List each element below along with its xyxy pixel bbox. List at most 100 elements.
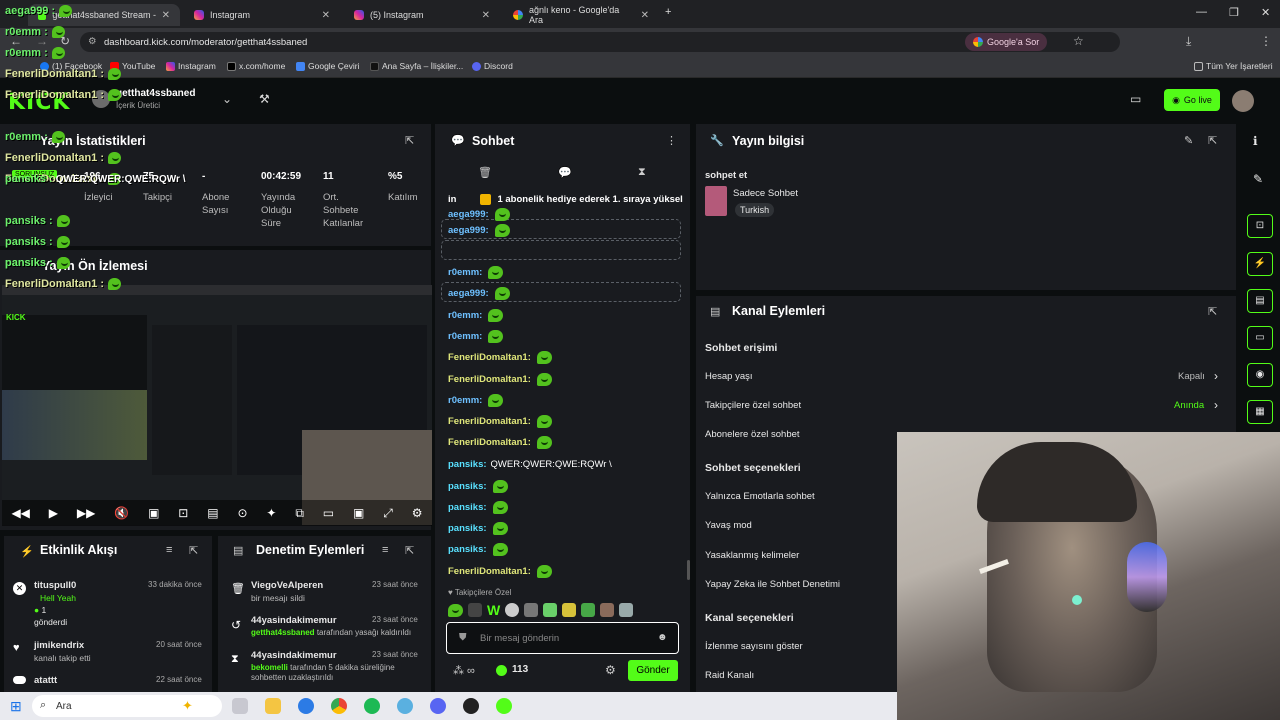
chat-username[interactable]: aega999:: [448, 209, 489, 220]
pip-icon[interactable]: ⧉: [295, 506, 304, 521]
chat-message[interactable]: pansiks:: [448, 477, 508, 495]
chat-message[interactable]: FenerliDomaltan1:: [448, 412, 552, 430]
chat-username[interactable]: aega999:: [448, 288, 489, 299]
lightning-icon[interactable]: ⚡: [1247, 252, 1273, 276]
chat-username[interactable]: r0emm:: [448, 331, 482, 342]
info-icon[interactable]: ℹ: [1253, 134, 1258, 148]
settings-icon[interactable]: ⚙: [412, 506, 423, 520]
emote-w-icon[interactable]: W: [487, 602, 500, 618]
user-avatar[interactable]: [1232, 90, 1254, 112]
mod-tools-icon[interactable]: ⁂ ∞: [453, 664, 475, 677]
chat-icon[interactable]: ▭: [1247, 326, 1273, 350]
show-views-label[interactable]: İzlenme sayısını göster: [705, 641, 803, 652]
broadcast-icon[interactable]: ◉: [1247, 363, 1273, 387]
chat-message[interactable]: r0emm:: [448, 391, 504, 409]
edit-icon[interactable]: ✎: [1253, 172, 1263, 186]
more-icon[interactable]: ⋮: [666, 134, 677, 147]
mod-user[interactable]: 44yasindakimemur: [251, 650, 337, 661]
bookmark-translate[interactable]: Google Çeviri: [296, 61, 360, 71]
language-tag[interactable]: Turkish: [735, 203, 775, 217]
emote-icon[interactable]: [619, 603, 634, 617]
bookmark-instagram[interactable]: Instagram: [166, 61, 216, 71]
account-age-label[interactable]: Hesap yaşı: [705, 371, 753, 382]
slow-mode-label[interactable]: Yavaş mod: [705, 520, 752, 531]
emote-icon[interactable]: [468, 603, 482, 617]
subs-chat-label[interactable]: Abonelere özel sohbet: [705, 429, 800, 440]
minimize-icon[interactable]: —: [1196, 6, 1207, 18]
chat-message[interactable]: FenerliDomaltan1:: [448, 370, 552, 388]
emote-icon[interactable]: [581, 603, 596, 617]
chat-username[interactable]: FenerliDomaltan1:: [448, 566, 531, 577]
stream-preview-video[interactable]: KICK: [2, 285, 432, 525]
close-icon[interactable]: ✕: [641, 10, 649, 21]
mod-user[interactable]: ViegoVeAlperen: [251, 580, 323, 591]
all-bookmarks[interactable]: Tüm Yer İşaretleri: [1194, 61, 1273, 71]
camera-icon[interactable]: ▣: [148, 506, 159, 520]
chat-message[interactable]: aega999:: [448, 284, 510, 302]
emote-icon[interactable]: [448, 603, 463, 617]
chat-username[interactable]: r0emm:: [448, 395, 482, 406]
task-view-icon[interactable]: [232, 698, 248, 714]
emoji-icon[interactable]: ☻: [657, 632, 668, 643]
edge-icon[interactable]: [298, 698, 314, 714]
obs-icon[interactable]: [463, 698, 479, 714]
raid-label[interactable]: Raid Kanalı: [705, 670, 754, 681]
filter-icon[interactable]: ≡: [166, 544, 172, 556]
chat-username[interactable]: FenerliDomaltan1:: [448, 437, 531, 448]
spotify-icon[interactable]: [364, 698, 380, 714]
bookmark-relations[interactable]: Ana Sayfa – İlişkiler...: [370, 61, 463, 71]
scan-icon[interactable]: ⊡: [1247, 214, 1273, 238]
category-thumbnail[interactable]: [705, 186, 727, 216]
captions-icon[interactable]: ▭: [323, 506, 334, 520]
emote-icon[interactable]: [505, 603, 520, 617]
close-icon[interactable]: ✕: [162, 10, 170, 21]
chat-bubble-icon[interactable]: 💬: [558, 166, 572, 179]
chat-message[interactable]: pansiks:: [448, 498, 508, 516]
emote-icon[interactable]: [524, 603, 539, 617]
chat-message[interactable]: pansiks: QWER:QWER:QWE:RQWr \: [448, 455, 612, 473]
edit-icon[interactable]: ✎: [1184, 134, 1193, 147]
mute-icon[interactable]: 🔇: [114, 506, 129, 520]
loop-icon[interactable]: ⊙: [237, 506, 247, 520]
emote-icon[interactable]: [562, 603, 577, 617]
discord-icon[interactable]: [430, 698, 446, 714]
hourglass-icon[interactable]: ⧗: [638, 166, 646, 179]
emote-icon[interactable]: [543, 603, 558, 617]
forward-icon[interactable]: ▶▶: [77, 506, 95, 520]
filter-icon[interactable]: ≡: [382, 544, 388, 556]
crop-icon[interactable]: ⊡: [178, 506, 188, 520]
activity-user[interactable]: jimikendrix: [34, 640, 84, 651]
chat-message[interactable]: aega999:: [448, 221, 510, 239]
rewind-icon[interactable]: ◀◀: [11, 506, 29, 520]
banned-words-label[interactable]: Yasaklanmış kelimeler: [705, 550, 799, 561]
clipboard-icon[interactable]: ▤: [1247, 289, 1273, 313]
new-tab-icon[interactable]: +: [665, 6, 671, 18]
chat-message[interactable]: FenerliDomaltan1:: [448, 348, 552, 366]
download-icon[interactable]: ⤓: [1186, 34, 1191, 49]
chat-username[interactable]: pansiks:: [448, 459, 487, 470]
mod-view-icon[interactable]: ▭: [1130, 92, 1141, 106]
chevron-right-icon[interactable]: ›: [1214, 398, 1218, 412]
go-live-button[interactable]: ◉ Go live: [1164, 89, 1220, 111]
emote-icon[interactable]: [600, 603, 615, 617]
tab-instagram-2[interactable]: (5) Instagram ✕: [344, 4, 500, 26]
close-icon[interactable]: ✕: [322, 10, 330, 21]
chrome-icon[interactable]: [331, 698, 347, 714]
popout-icon[interactable]: ⇱: [1208, 305, 1217, 318]
theater-icon[interactable]: ▣: [353, 506, 364, 520]
url-field[interactable]: ⚙ dashboard.kick.com/moderator/getthat4s…: [80, 32, 1120, 52]
bookmark-discord[interactable]: Discord: [472, 61, 513, 71]
google-ask-button[interactable]: Google'a Sor: [965, 33, 1048, 51]
chevron-right-icon[interactable]: ›: [1214, 369, 1218, 383]
tab-instagram[interactable]: Instagram ✕: [184, 4, 340, 26]
popout-icon[interactable]: ⇱: [1208, 134, 1217, 147]
activity-user[interactable]: tituspull0: [34, 580, 76, 591]
chat-username[interactable]: pansiks:: [448, 481, 487, 492]
hammer-icon[interactable]: ⚒: [259, 92, 270, 106]
chat-input[interactable]: ⛊ Bir mesaj gönderin ☻: [446, 622, 679, 654]
send-button[interactable]: Gönder: [628, 660, 678, 681]
popout-icon[interactable]: ⇱: [189, 544, 198, 557]
chat-message[interactable]: pansiks:: [448, 540, 508, 558]
chat-username[interactable]: pansiks:: [448, 502, 487, 513]
menu-icon[interactable]: ⋮: [1260, 34, 1272, 48]
